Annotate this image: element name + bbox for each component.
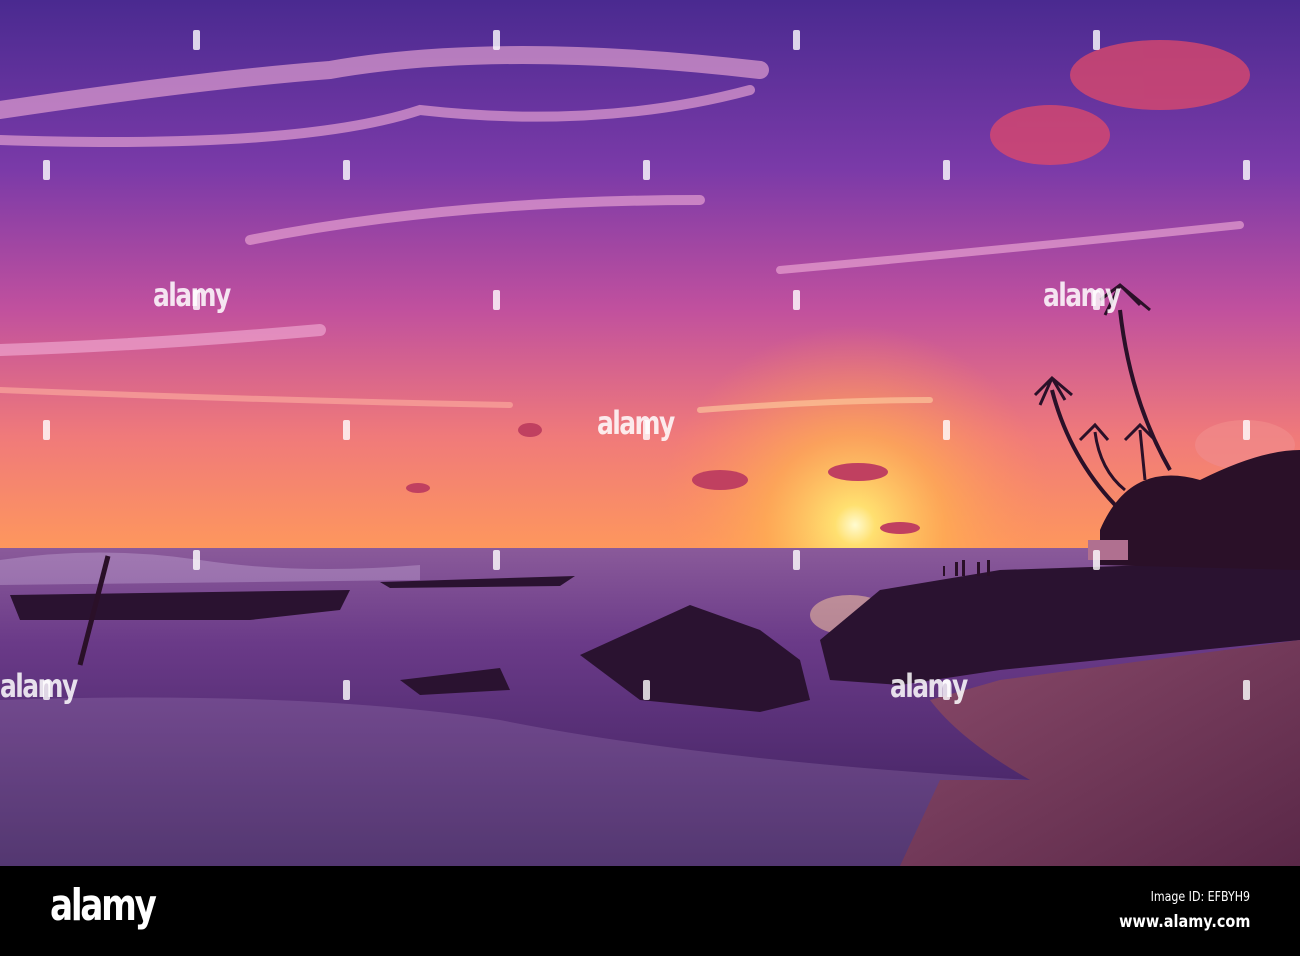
watermark-dot — [493, 30, 500, 50]
watermark-dot — [1093, 550, 1100, 570]
watermark-dot — [793, 290, 800, 310]
watermark-dot — [43, 420, 50, 440]
watermark-text: alamy — [597, 404, 675, 442]
image-id: Image ID: EFBYH9 — [1150, 890, 1250, 905]
watermark-dot — [943, 420, 950, 440]
alamy-logo: alamy — [50, 880, 157, 931]
watermark-dot — [793, 550, 800, 570]
watermark-dot — [1243, 160, 1250, 180]
watermark-dot — [43, 680, 50, 700]
stock-photo-page: alamy alamy alamy alamy alamy alamy Imag… — [0, 0, 1300, 956]
watermark-dot — [643, 680, 650, 700]
watermark-dot — [193, 550, 200, 570]
website-link[interactable]: www.alamy.com — [1119, 912, 1250, 932]
watermark-dot — [793, 30, 800, 50]
watermark-dot — [43, 160, 50, 180]
watermark-dot — [193, 30, 200, 50]
watermark-dot — [643, 420, 650, 440]
footer-bar: alamy Image ID: EFBYH9 www.alamy.com — [0, 866, 1300, 956]
watermark-dot — [343, 160, 350, 180]
watermark-dot — [493, 550, 500, 570]
watermark-dot — [193, 290, 200, 310]
watermark-dot — [1243, 420, 1250, 440]
watermark-dot — [943, 680, 950, 700]
watermark-dot — [493, 290, 500, 310]
watermark-dot — [1093, 290, 1100, 310]
watermark-text: alamy — [153, 276, 231, 314]
watermark-dot — [943, 160, 950, 180]
watermark-dot — [1093, 30, 1100, 50]
watermark-text: alamy — [1043, 276, 1121, 314]
watermark-text: alamy — [890, 667, 968, 705]
watermark-dot — [343, 680, 350, 700]
watermark-dot — [643, 160, 650, 180]
watermark-dot — [1243, 680, 1250, 700]
watermark-text: alamy — [0, 667, 78, 705]
watermark-dot — [343, 420, 350, 440]
